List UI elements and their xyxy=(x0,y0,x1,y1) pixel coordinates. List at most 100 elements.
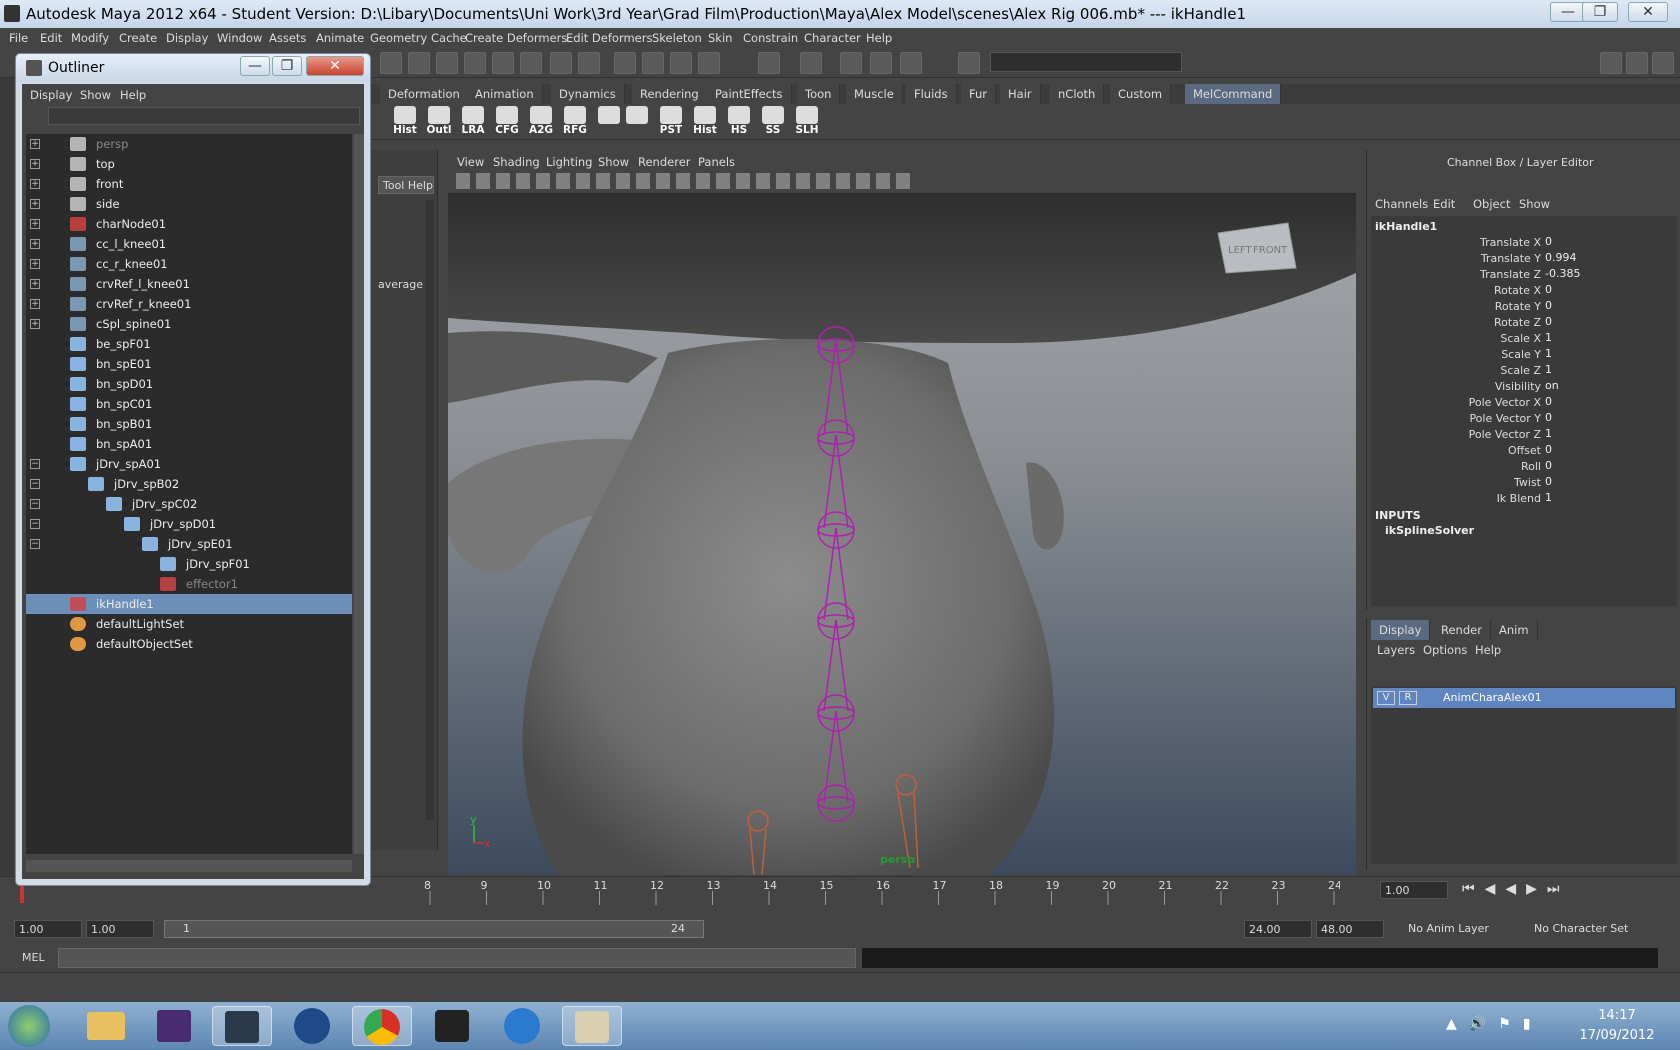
history-icon[interactable] xyxy=(614,52,636,74)
outliner-item[interactable]: bn_spA01 xyxy=(26,434,352,454)
anim-layer-dropdown[interactable]: No Anim Layer xyxy=(1408,922,1489,935)
layer-tab-render[interactable]: Render xyxy=(1433,620,1491,640)
range-slider-bar[interactable]: 1 24 xyxy=(164,920,704,938)
quick-selection-field[interactable] xyxy=(990,52,1182,72)
shelf-tab-muscle[interactable]: Muscle xyxy=(846,84,903,104)
shelf-button-ik[interactable] xyxy=(622,106,652,138)
input-node-name[interactable]: ikSplineSolver xyxy=(1385,524,1474,537)
render-settings-icon[interactable] xyxy=(800,52,822,74)
clock-time[interactable]: 14:17 xyxy=(1572,1008,1662,1023)
outliner-item[interactable]: + crvRef_l_knee01 xyxy=(26,274,352,294)
menu-create-deformers[interactable]: Create Deformers xyxy=(465,31,567,45)
channel-box-toggle-icon[interactable] xyxy=(1652,52,1674,74)
layer-visibility-toggle[interactable]: V xyxy=(1377,691,1395,705)
menu-display[interactable]: Display xyxy=(166,31,208,45)
shelf-tab-dynamics[interactable]: Dynamics xyxy=(551,84,625,104)
outliner-item[interactable]: defaultLightSet xyxy=(26,614,352,634)
snap-curve-icon[interactable] xyxy=(380,52,402,74)
outliner-minimize-button[interactable]: — xyxy=(240,56,270,76)
collapse-icon[interactable]: − xyxy=(30,479,40,489)
maya-taskbar-icon[interactable] xyxy=(212,1006,272,1046)
range-start-field[interactable]: 1.00 xyxy=(14,920,82,938)
shelf-tab-custom[interactable]: Custom xyxy=(1110,84,1172,104)
outliner-menu-show[interactable]: Show xyxy=(80,88,111,102)
maximize-button[interactable]: ❐ xyxy=(1582,2,1618,22)
outliner-maximize-button[interactable]: ❐ xyxy=(272,56,302,76)
shelf-button-outl[interactable]: Outl xyxy=(424,106,454,138)
current-frame-field[interactable]: 1.00 xyxy=(1380,881,1448,899)
vp-menu-lighting[interactable]: Lighting xyxy=(546,155,592,169)
range-slider[interactable]: 1.00 1.00 1 24 24.00 48.00 No Anim Layer… xyxy=(0,916,1680,942)
shelf-button-hist-2[interactable]: Hist xyxy=(690,106,720,138)
mel-label[interactable]: MEL xyxy=(22,951,45,964)
channel-row[interactable]: Twist 0 xyxy=(1371,475,1680,491)
shelf-button-slh[interactable]: SLH xyxy=(792,106,822,138)
layer-name[interactable]: AnimCharaAlex01 xyxy=(1443,691,1542,704)
outliner-item[interactable]: − jDrv_spD01 xyxy=(26,514,352,534)
shelf-tab-melcommand[interactable]: MelCommand xyxy=(1185,84,1282,104)
shelf-button-cfg[interactable]: CFG xyxy=(492,106,522,138)
snap-view-icon[interactable] xyxy=(464,52,486,74)
expand-icon[interactable]: + xyxy=(30,319,40,329)
collapse-icon[interactable]: − xyxy=(30,539,40,549)
vp-menu-shading[interactable]: Shading xyxy=(493,155,540,169)
outliner-item[interactable]: ikHandle1 xyxy=(26,594,352,614)
cb-menu-edit[interactable]: Edit xyxy=(1433,197,1455,211)
cb-menu-show[interactable]: Show xyxy=(1519,197,1550,211)
shelf-tab-deformation[interactable]: Deformation xyxy=(380,84,469,104)
shelf-tab-rendering[interactable]: Rendering xyxy=(632,84,708,104)
layer-tab-display[interactable]: Display xyxy=(1371,620,1431,640)
channel-row[interactable]: Translate X0 xyxy=(1371,235,1680,251)
outliner-close-button[interactable]: ✕ xyxy=(306,56,364,76)
layer-tab-anim[interactable]: Anim xyxy=(1491,620,1538,640)
outliner-item[interactable]: + side xyxy=(26,194,352,214)
start-button[interactable] xyxy=(8,1005,50,1047)
outliner-filter-field[interactable] xyxy=(48,107,360,125)
channel-row[interactable]: Scale X1 xyxy=(1371,331,1680,347)
shelf-button-ss[interactable]: SS xyxy=(758,106,788,138)
explorer-taskbar-icon[interactable] xyxy=(76,1006,136,1046)
premiere-taskbar-icon[interactable] xyxy=(144,1006,204,1046)
outliner-item[interactable]: jDrv_spF01 xyxy=(26,554,352,574)
outliner-menu-help[interactable]: Help xyxy=(120,88,146,102)
shelf-button-hs[interactable]: HS xyxy=(724,106,754,138)
system-tray-icons[interactable]: ▲🔊⚑▮ xyxy=(1446,1016,1542,1032)
vp-menu-view[interactable]: View xyxy=(457,155,484,169)
tool-settings-toggle-icon[interactable] xyxy=(1626,52,1648,74)
range-end-field[interactable]: 24.00 xyxy=(1244,920,1312,938)
character-set-dropdown[interactable]: No Character Set xyxy=(1534,922,1628,935)
cb-menu-channels[interactable]: Channels xyxy=(1375,197,1428,211)
collapse-icon[interactable]: − xyxy=(30,499,40,509)
attribute-editor-toggle-icon[interactable] xyxy=(1600,52,1622,74)
outliner-item[interactable]: + persp xyxy=(26,134,352,154)
paint-taskbar-icon[interactable] xyxy=(562,1006,622,1046)
channel-row[interactable]: Ik Blend 1 xyxy=(1371,491,1680,507)
collapse-icon[interactable]: − xyxy=(30,519,40,529)
menu-edit[interactable]: Edit xyxy=(40,31,62,45)
quick-select-icon[interactable] xyxy=(958,52,980,74)
shelf-tab-hair[interactable]: Hair xyxy=(1000,84,1041,104)
channel-row[interactable]: Visibility on xyxy=(1371,379,1680,395)
shelf-tab-animation[interactable]: Animation xyxy=(467,84,543,104)
outliner-item[interactable]: + charNode01 xyxy=(26,214,352,234)
shelf-tab-fur[interactable]: Fur xyxy=(961,84,997,104)
expand-icon[interactable]: + xyxy=(30,139,40,149)
expand-icon[interactable]: + xyxy=(30,299,40,309)
expand-icon[interactable]: + xyxy=(30,199,40,209)
menu-file[interactable]: File xyxy=(9,31,28,45)
anim-end-field[interactable]: 48.00 xyxy=(1316,920,1384,938)
outliner-item[interactable]: + cSpl_spine01 xyxy=(26,314,352,334)
network-taskbar-icon[interactable] xyxy=(282,1006,342,1046)
ipr-icon[interactable] xyxy=(698,52,720,74)
vp-menu-renderer[interactable]: Renderer xyxy=(638,155,691,169)
mel-input[interactable] xyxy=(58,948,856,968)
vp-menu-show[interactable]: Show xyxy=(598,155,629,169)
expand-icon[interactable]: + xyxy=(30,179,40,189)
menu-skin[interactable]: Skin xyxy=(708,31,732,45)
shelf-tab-painteffects[interactable]: PaintEffects xyxy=(707,84,792,104)
channel-row[interactable]: Roll 0 xyxy=(1371,459,1680,475)
playback-start-field[interactable]: 1.00 xyxy=(86,920,154,938)
menu-animate[interactable]: Animate xyxy=(316,31,364,45)
snap-point-icon[interactable] xyxy=(408,52,430,74)
menu-help[interactable]: Help xyxy=(866,31,892,45)
